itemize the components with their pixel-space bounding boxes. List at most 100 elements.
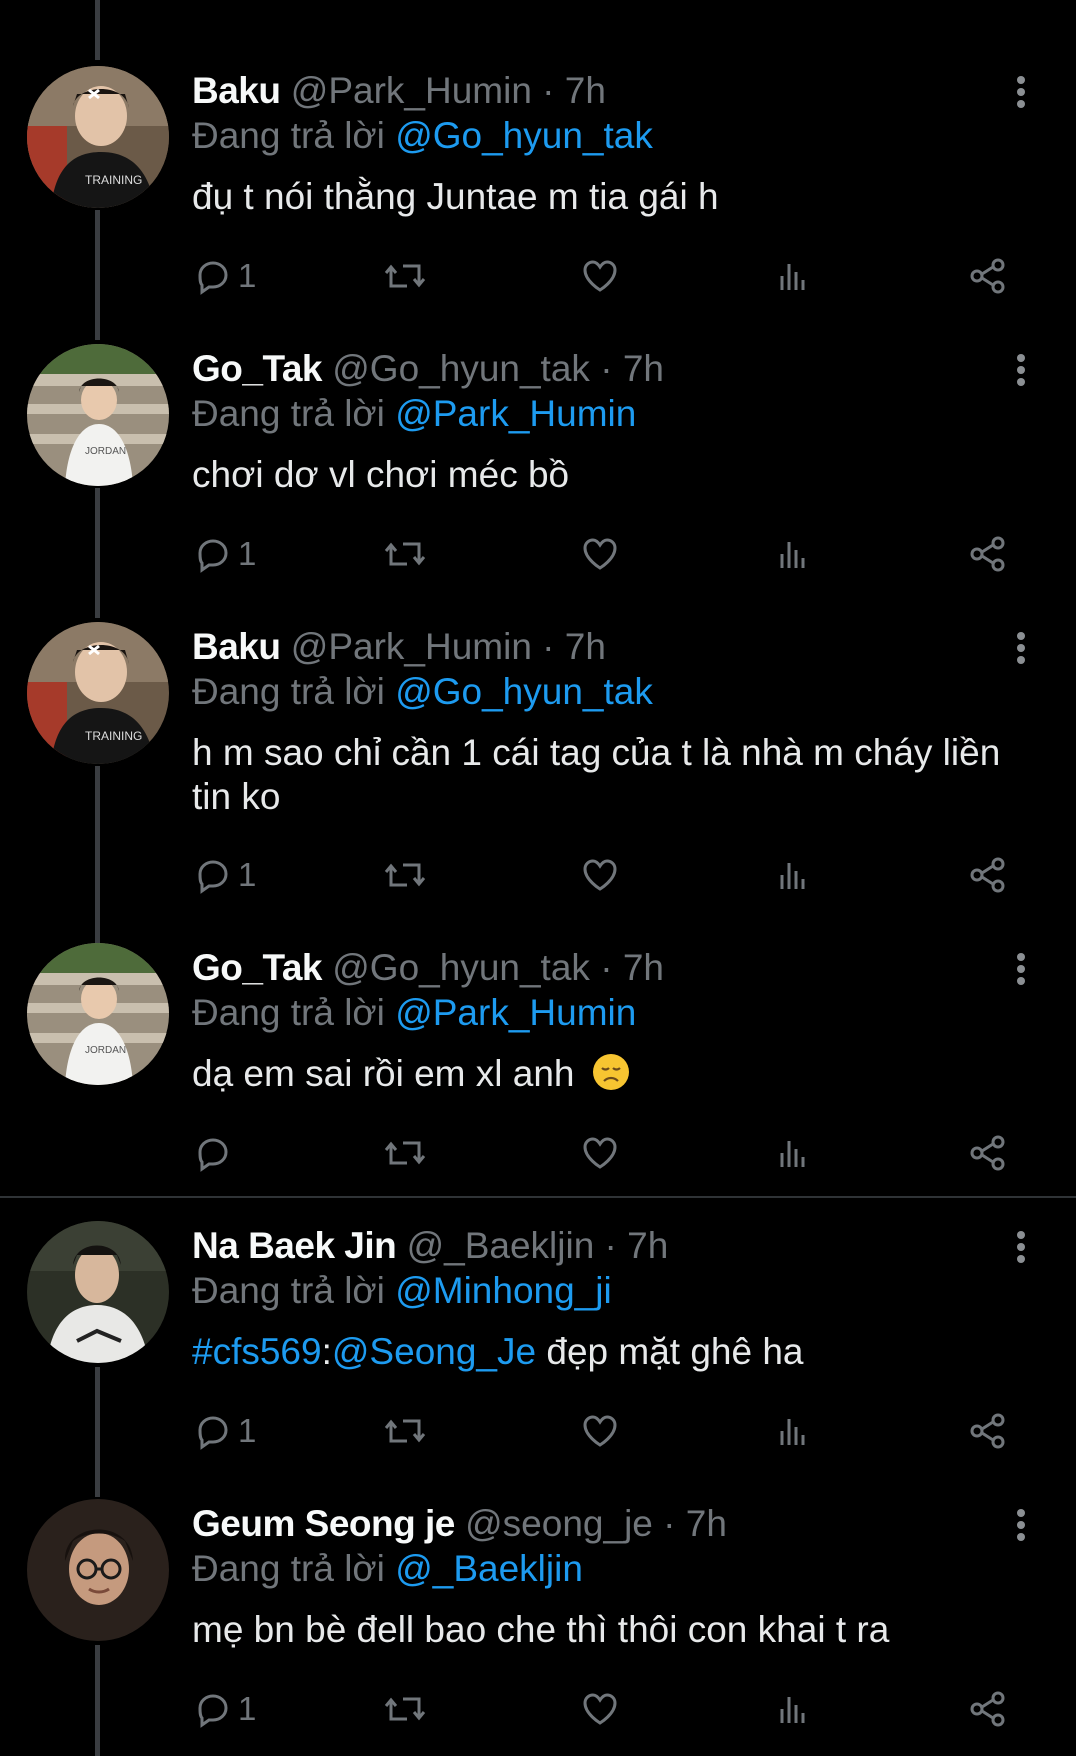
avatar[interactable] bbox=[27, 1221, 169, 1363]
retweet-button[interactable] bbox=[382, 1406, 428, 1456]
replying-to-label: Đang trả lời bbox=[192, 992, 396, 1033]
avatar[interactable]: JORDAN bbox=[27, 344, 169, 486]
like-button[interactable] bbox=[580, 529, 620, 579]
timestamp[interactable]: 7h bbox=[627, 1225, 668, 1266]
display-name[interactable]: Go_Tak bbox=[192, 348, 322, 389]
like-icon bbox=[580, 1133, 620, 1173]
reply-button[interactable]: 1 bbox=[192, 529, 256, 579]
like-button[interactable] bbox=[580, 1128, 620, 1178]
replying-to: Đang trả lời @Minhong_ji bbox=[192, 1269, 612, 1313]
retweet-icon bbox=[382, 1133, 428, 1173]
user-handle[interactable]: @_Baekljin bbox=[407, 1225, 595, 1266]
replying-to-mention[interactable]: @Go_hyun_tak bbox=[395, 115, 653, 156]
more-icon[interactable] bbox=[1008, 350, 1034, 390]
avatar[interactable] bbox=[27, 1499, 169, 1641]
timestamp[interactable]: 7h bbox=[565, 626, 606, 667]
share-button[interactable] bbox=[968, 251, 1008, 301]
replying-to-mention[interactable]: @Park_Humin bbox=[395, 393, 636, 434]
thread-line bbox=[95, 210, 100, 340]
views-button[interactable] bbox=[775, 1406, 815, 1456]
retweet-button[interactable] bbox=[382, 251, 428, 301]
display-name[interactable]: Na Baek Jin bbox=[192, 1225, 397, 1266]
views-button[interactable] bbox=[775, 850, 815, 900]
replying-to: Đang trả lời @Go_hyun_tak bbox=[192, 114, 653, 158]
reply-button[interactable]: 1 bbox=[192, 850, 256, 900]
replying-to-label: Đang trả lời bbox=[192, 393, 396, 434]
thread-line bbox=[95, 1367, 100, 1497]
share-icon bbox=[968, 1411, 1008, 1451]
like-icon bbox=[580, 1411, 620, 1451]
svg-text:JORDAN: JORDAN bbox=[85, 1045, 126, 1056]
replying-to-mention[interactable]: @_Baekljin bbox=[395, 1548, 583, 1589]
avatar[interactable]: JORDAN bbox=[27, 943, 169, 1085]
avatar-baekjin-image bbox=[27, 1221, 169, 1363]
tweet-text: #cfs569:@Seong_Je đẹp mặt ghê ha bbox=[192, 1330, 1032, 1374]
mention-link[interactable]: @Seong_Je bbox=[332, 1331, 536, 1372]
replying-to-mention[interactable]: @Minhong_ji bbox=[395, 1270, 612, 1311]
timestamp[interactable]: 7h bbox=[623, 348, 664, 389]
more-icon[interactable] bbox=[1008, 1227, 1034, 1267]
replying-to-label: Đang trả lời bbox=[192, 1548, 396, 1589]
share-button[interactable] bbox=[968, 529, 1008, 579]
replying-to: Đang trả lời @Park_Humin bbox=[192, 991, 636, 1035]
share-button[interactable] bbox=[968, 1406, 1008, 1456]
like-button[interactable] bbox=[580, 850, 620, 900]
more-icon[interactable] bbox=[1008, 949, 1034, 989]
more-icon[interactable] bbox=[1008, 72, 1034, 112]
timestamp[interactable]: 7h bbox=[623, 947, 664, 988]
views-button[interactable] bbox=[775, 529, 815, 579]
separator-dot: · bbox=[589, 348, 623, 389]
display-name[interactable]: Geum Seong je bbox=[192, 1503, 455, 1544]
views-button[interactable] bbox=[775, 251, 815, 301]
views-button[interactable] bbox=[775, 1684, 815, 1734]
tweet-actions: 1 bbox=[192, 529, 1032, 579]
reply-icon bbox=[192, 1133, 232, 1173]
like-icon bbox=[580, 855, 620, 895]
more-icon[interactable] bbox=[1008, 628, 1034, 668]
reply-button[interactable]: 1 bbox=[192, 1684, 256, 1734]
share-button[interactable] bbox=[968, 850, 1008, 900]
display-name[interactable]: Go_Tak bbox=[192, 947, 322, 988]
svg-text:TRAINING: TRAINING bbox=[85, 729, 142, 743]
reply-icon bbox=[192, 1689, 232, 1729]
replying-to-mention[interactable]: @Go_hyun_tak bbox=[395, 671, 653, 712]
retweet-button[interactable] bbox=[382, 1684, 428, 1734]
display-name[interactable]: Baku bbox=[192, 70, 281, 111]
avatar[interactable]: TRAINING bbox=[27, 66, 169, 208]
like-button[interactable] bbox=[580, 251, 620, 301]
replying-to-mention[interactable]: @Park_Humin bbox=[395, 992, 636, 1033]
like-button[interactable] bbox=[580, 1684, 620, 1734]
separator-dot: · bbox=[531, 626, 565, 667]
reply-icon bbox=[192, 256, 232, 296]
user-handle[interactable]: @Go_hyun_tak bbox=[332, 348, 590, 389]
retweet-button[interactable] bbox=[382, 529, 428, 579]
tweet-text: chơi dơ vl chơi méc bồ bbox=[192, 454, 570, 495]
like-icon bbox=[580, 534, 620, 574]
reply-button[interactable]: 1 bbox=[192, 1406, 256, 1456]
views-button[interactable] bbox=[775, 1128, 815, 1178]
separator-dot: · bbox=[589, 947, 623, 988]
user-handle[interactable]: @Go_hyun_tak bbox=[332, 947, 590, 988]
text-colon: : bbox=[321, 1331, 332, 1372]
timestamp[interactable]: 7h bbox=[686, 1503, 727, 1544]
share-button[interactable] bbox=[968, 1684, 1008, 1734]
user-handle[interactable]: @Park_Humin bbox=[291, 626, 532, 667]
retweet-button[interactable] bbox=[382, 1128, 428, 1178]
avatar[interactable]: TRAINING bbox=[27, 622, 169, 764]
share-icon bbox=[968, 534, 1008, 574]
retweet-button[interactable] bbox=[382, 850, 428, 900]
tweet-text-line: tin ko bbox=[192, 776, 281, 817]
timestamp[interactable]: 7h bbox=[565, 70, 606, 111]
reply-feed: TRAINING Baku @Park_Humin · 7h Đang trả … bbox=[0, 0, 1076, 1756]
reply-button[interactable] bbox=[192, 1128, 238, 1178]
reply-button[interactable]: 1 bbox=[192, 251, 256, 301]
views-icon bbox=[775, 256, 815, 296]
share-button[interactable] bbox=[968, 1128, 1008, 1178]
more-icon[interactable] bbox=[1008, 1505, 1034, 1545]
user-handle[interactable]: @seong_je bbox=[465, 1503, 653, 1544]
user-handle[interactable]: @Park_Humin bbox=[291, 70, 532, 111]
reply-count: 1 bbox=[238, 535, 257, 572]
display-name[interactable]: Baku bbox=[192, 626, 281, 667]
hashtag-link[interactable]: #cfs569 bbox=[192, 1331, 322, 1372]
like-button[interactable] bbox=[580, 1406, 620, 1456]
